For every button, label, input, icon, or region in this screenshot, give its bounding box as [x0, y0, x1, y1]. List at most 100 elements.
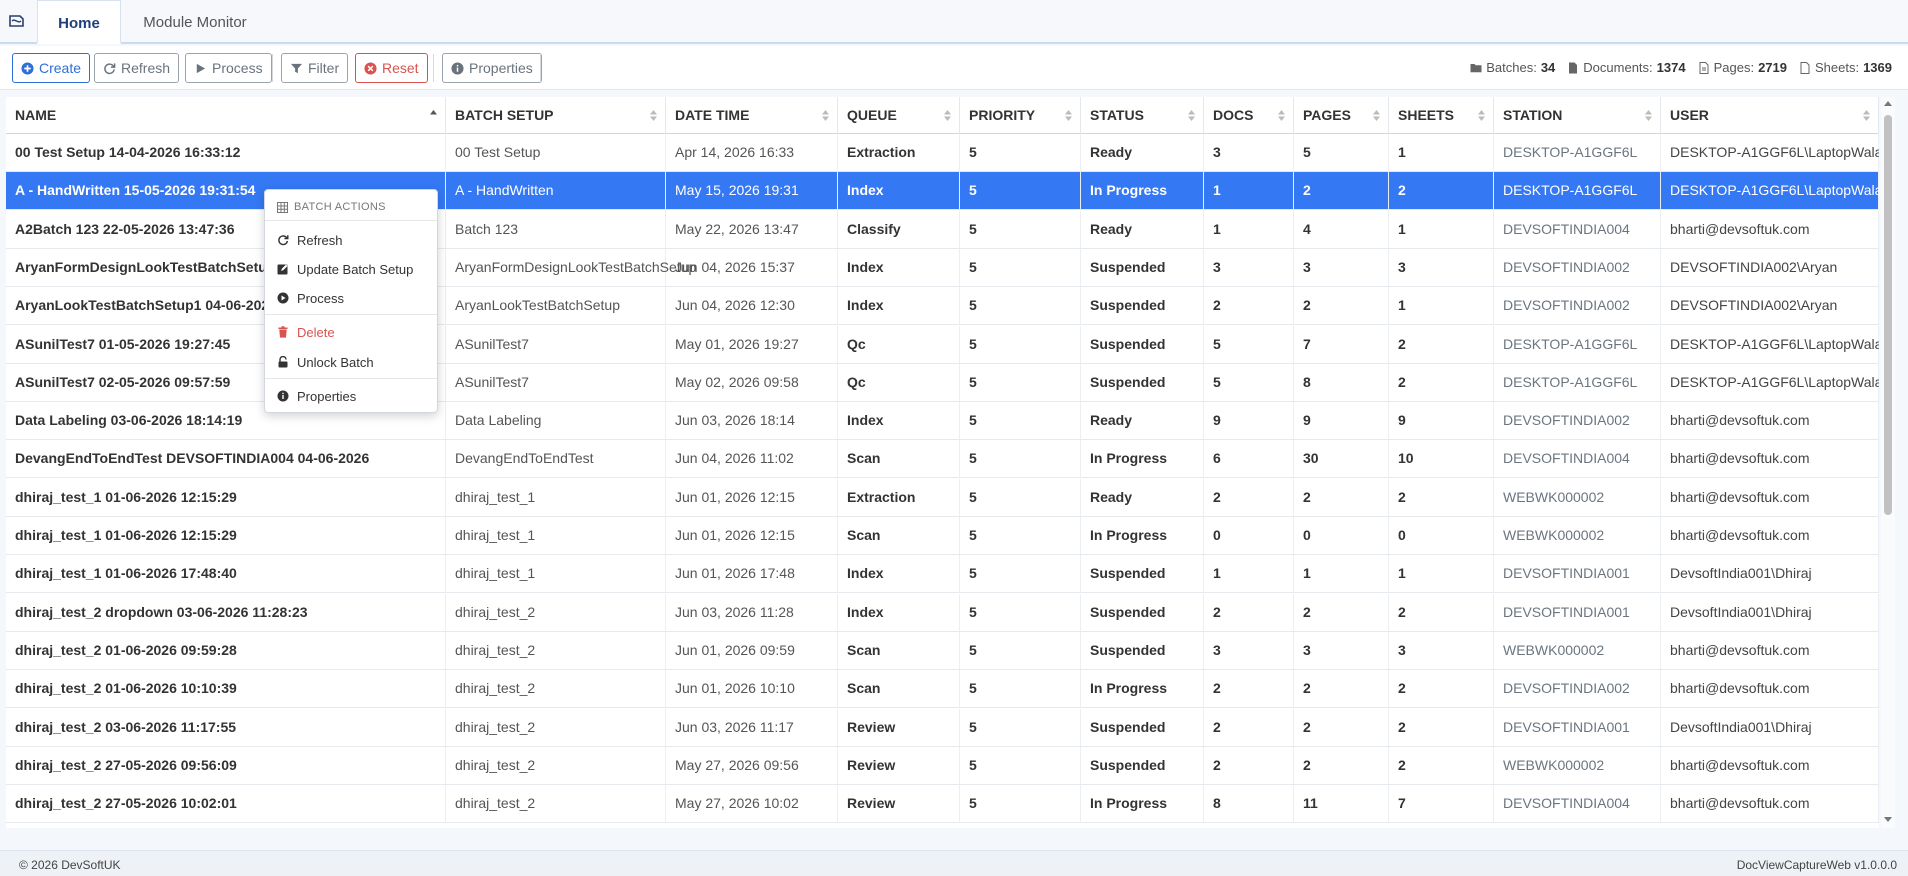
menu-item-delete[interactable]: Delete [265, 319, 437, 345]
cell-station: DEVSOFTINDIA002 [1494, 248, 1661, 286]
sort-icon[interactable] [1278, 110, 1285, 121]
cell-pages: 2 [1294, 287, 1389, 325]
cell-station: WEBWK000002 [1494, 746, 1661, 784]
cell-name: 00 Test Setup 14-04-2026 16:33:12 [6, 134, 446, 171]
cell-sheets: 2 [1389, 593, 1494, 631]
create-button[interactable]: Create [12, 53, 91, 83]
batch-stats: Batches: 34 Documents: 1374 Pages: 2719 … [1470, 60, 1892, 75]
table-row[interactable]: dhiraj_test_2 27-05-2026 09:56:09 dhiraj_… [6, 746, 1879, 785]
column-header-queue[interactable]: QUEUE [838, 97, 960, 134]
sort-icon[interactable] [1478, 110, 1485, 121]
menu-item-properties[interactable]: Properties [265, 383, 437, 409]
tab-module-monitor[interactable]: Module Monitor [132, 0, 258, 42]
cell-queue: Scan [838, 440, 960, 478]
stat-pages: Pages: 2719 [1698, 60, 1787, 75]
column-header-sheets[interactable]: SHEETS [1389, 97, 1494, 134]
cell-setup: AryanFormDesignLookTestBatchSetup [446, 248, 696, 286]
menu-item-process[interactable]: Process [265, 285, 437, 311]
stat-documents-label: Documents: [1583, 60, 1653, 75]
cell-sheets: 2 [1389, 670, 1494, 708]
refresh-button[interactable]: Refresh [94, 53, 180, 83]
table-row[interactable]: dhiraj_test_2 27-05-2026 10:02:01 dhiraj_… [6, 785, 1879, 824]
reset-button[interactable]: Reset [355, 53, 428, 83]
column-header-user[interactable]: USER [1661, 97, 1879, 134]
column-header-status[interactable]: STATUS [1081, 97, 1204, 134]
sort-icon[interactable] [1065, 110, 1072, 121]
properties-button[interactable]: Properties [442, 53, 542, 83]
column-header-label: DATE TIME [675, 107, 750, 123]
scrollbar-thumb[interactable] [1884, 115, 1892, 515]
table-row[interactable]: dhiraj_test_2 01-06-2026 09:59:28 dhiraj_… [6, 631, 1879, 670]
vertical-scrollbar[interactable] [1881, 97, 1895, 828]
column-header-label: STATUS [1090, 107, 1144, 123]
table-row[interactable]: dhiraj_test_2 dropdown 03-06-2026 11:28:… [6, 593, 1879, 632]
column-header-pages[interactable]: PAGES [1294, 97, 1389, 134]
cell-user: bharti@devsoftuk.com [1661, 670, 1879, 708]
column-header-date[interactable]: DATE TIME [666, 97, 838, 134]
table-row[interactable]: DevangEndToEndTest DEVSOFTINDIA004 04-06… [6, 440, 1879, 479]
info-icon [451, 61, 464, 75]
column-header-name[interactable]: NAME [6, 97, 446, 134]
menu-item-refresh[interactable]: Refresh [265, 227, 437, 253]
cell-pages: 2 [1294, 746, 1389, 784]
cell-queue: Scan [838, 517, 960, 554]
table-row[interactable]: dhiraj_test_1 01-06-2026 12:15:29 dhiraj_… [6, 478, 1879, 517]
sort-icon[interactable] [1188, 110, 1195, 121]
sort-ascending-icon[interactable] [430, 110, 437, 121]
app-logo-icon[interactable] [8, 13, 26, 29]
cell-docs: 1 [1204, 210, 1294, 248]
scroll-down-arrow-icon[interactable] [1884, 816, 1892, 824]
cell-user: DESKTOP-A1GGF6L\LaptopWala [1661, 325, 1879, 363]
cell-station: DESKTOP-A1GGF6L [1494, 325, 1661, 363]
cell-status: Suspended [1081, 363, 1204, 401]
column-header-station[interactable]: STATION [1494, 97, 1661, 134]
cell-user: bharti@devsoftuk.com [1661, 210, 1879, 248]
sheet-icon [1800, 61, 1810, 74]
cell-setup: Data Labeling [446, 402, 666, 440]
cell-station: WEBWK000002 [1494, 478, 1661, 516]
cell-pages: 1 [1294, 555, 1389, 593]
sort-icon[interactable] [822, 110, 829, 121]
sort-icon[interactable] [1645, 110, 1652, 121]
table-row[interactable]: dhiraj_test_1 01-06-2026 17:48:40 dhiraj_… [6, 555, 1879, 594]
tab-home[interactable]: Home [37, 0, 121, 44]
menu-item-unlock-batch[interactable]: Unlock Batch [265, 349, 437, 375]
cell-user: bharti@devsoftuk.com [1661, 631, 1879, 669]
cell-status: Suspended [1081, 325, 1204, 363]
cell-user: bharti@devsoftuk.com [1661, 785, 1879, 823]
scroll-up-arrow-icon[interactable] [1884, 99, 1892, 107]
cell-setup: DevangEndToEndTest [446, 440, 666, 478]
cell-queue: Review [838, 746, 960, 784]
table-row[interactable]: 00 Test Setup 14-04-2026 16:33:12 00 Test… [6, 134, 1879, 172]
cell-station: DESKTOP-A1GGF6L [1494, 363, 1661, 401]
sort-icon[interactable] [944, 110, 951, 121]
column-header-setup[interactable]: BATCH SETUP [446, 97, 666, 134]
stat-batches-label: Batches: [1486, 60, 1537, 75]
filter-button[interactable]: Filter [281, 53, 349, 83]
cell-docs: 5 [1204, 325, 1294, 363]
sort-icon[interactable] [1373, 110, 1380, 121]
cell-user: DESKTOP-A1GGF6L\LaptopWala [1661, 172, 1879, 210]
table-row[interactable]: dhiraj_test_2 01-06-2026 10:10:39 dhiraj_… [6, 670, 1879, 709]
cell-queue: Extraction [838, 134, 960, 171]
create-label: Create [39, 60, 82, 76]
cell-priority: 5 [960, 746, 1081, 784]
column-header-docs[interactable]: DOCS [1204, 97, 1294, 134]
sort-icon[interactable] [650, 110, 657, 121]
page-icon [1699, 61, 1709, 74]
process-button[interactable]: Process [185, 53, 272, 83]
menu-item-update-batch-setup[interactable]: Update Batch Setup [265, 256, 437, 282]
cell-station: DEVSOFTINDIA004 [1494, 440, 1661, 478]
cell-station: WEBWK000002 [1494, 517, 1661, 554]
cell-pages: 11 [1294, 785, 1389, 823]
table-row[interactable]: dhiraj_test_1 01-06-2026 12:15:29 dhiraj_… [6, 517, 1879, 555]
cell-pages: 2 [1294, 478, 1389, 516]
footer: © 2026 DevSoftUK DocViewCaptureWeb v1.0.… [0, 850, 1908, 876]
cell-setup: Batch 123 [446, 210, 666, 248]
sort-icon[interactable] [1863, 110, 1870, 121]
cell-pages: 30 [1294, 440, 1389, 478]
refresh-label: Refresh [121, 60, 171, 76]
cell-date: May 15, 2026 19:31 [666, 172, 838, 210]
column-header-priority[interactable]: PRIORITY [960, 97, 1081, 134]
table-row[interactable]: dhiraj_test_2 03-06-2026 11:17:55 dhiraj_… [6, 708, 1879, 747]
